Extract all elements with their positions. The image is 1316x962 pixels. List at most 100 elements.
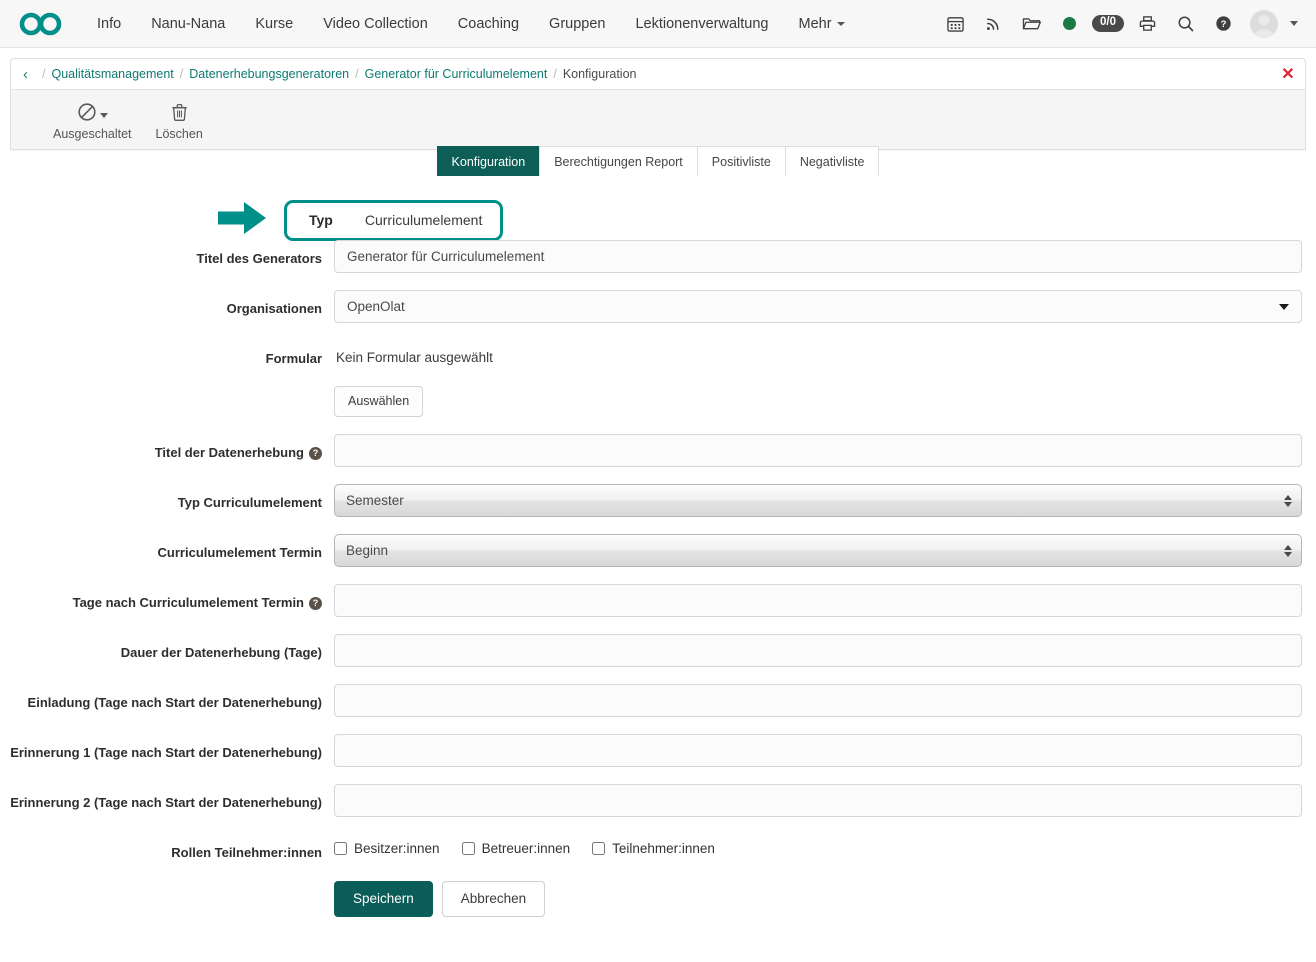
- form-row-erinnerung2: Erinnerung 2 (Tage nach Start der Datene…: [0, 784, 1316, 817]
- checkbox-betreuer-label: Betreuer:innen: [482, 841, 571, 856]
- tab-konfiguration[interactable]: Konfiguration: [437, 146, 540, 176]
- label-titel-datenerhebung: Titel der Datenerhebung?: [0, 434, 334, 463]
- rss-icon[interactable]: [976, 7, 1010, 41]
- form-actions: Speichern Abbrechen: [334, 873, 1302, 917]
- checkbox-teilnehmer-input[interactable]: [592, 842, 605, 855]
- tab-positivliste[interactable]: Positivliste: [697, 146, 785, 176]
- calendar-icon[interactable]: [938, 7, 972, 41]
- tabs-container: Konfiguration Berechtigungen Report Posi…: [0, 146, 1316, 178]
- label-tage-nach-termin: Tage nach Curriculumelement Termin?: [0, 584, 334, 613]
- top-navbar: Info Nanu-Nana Kurse Video Collection Co…: [0, 0, 1316, 48]
- form-row-einladung: Einladung (Tage nach Start der Datenerhe…: [0, 684, 1316, 717]
- auswaehlen-button[interactable]: Auswählen: [334, 386, 423, 417]
- toolbar-actions: Ausgeschaltet Löschen: [11, 90, 1305, 149]
- close-icon[interactable]: ✕: [1271, 59, 1305, 90]
- select-organisationen[interactable]: OpenOlat: [334, 290, 1302, 323]
- select-typ-curriculumelement[interactable]: Semester: [334, 484, 1302, 517]
- status-dot: [1063, 17, 1076, 30]
- checkbox-besitzer[interactable]: Besitzer:innen: [334, 841, 440, 856]
- nav-link-label: Coaching: [458, 16, 519, 32]
- openolat-infinity-logo[interactable]: [18, 9, 64, 39]
- checkbox-betreuer[interactable]: Betreuer:innen: [462, 841, 571, 856]
- label-dauer: Dauer der Datenerhebung (Tage): [0, 634, 334, 663]
- nav-link-label: Video Collection: [323, 16, 428, 32]
- breadcrumb-item-datenerhebungsgeneratoren[interactable]: Datenerhebungsgeneratoren: [189, 67, 349, 81]
- cancel-button[interactable]: Abbrechen: [442, 881, 545, 917]
- print-icon[interactable]: [1130, 7, 1164, 41]
- form-row-organisationen: Organisationen OpenOlat: [0, 290, 1316, 323]
- form-row-formular-action: Auswählen: [0, 386, 1316, 417]
- label-einladung: Einladung (Tage nach Start der Datenerhe…: [0, 684, 334, 713]
- input-erinnerung1[interactable]: [334, 734, 1302, 767]
- form-row-titel-datenerhebung: Titel der Datenerhebung?: [0, 434, 1316, 467]
- form-row-actions: Speichern Abbrechen: [0, 873, 1316, 917]
- tab-negativliste[interactable]: Negativliste: [785, 146, 880, 176]
- chevron-down-icon[interactable]: [1290, 21, 1298, 26]
- trash-icon: [171, 100, 188, 124]
- tab-label: Konfiguration: [452, 155, 526, 169]
- breadcrumb: ‹ / Qualitätsmanagement / Datenerhebungs…: [11, 59, 1305, 90]
- help-icon[interactable]: ?: [1206, 7, 1240, 41]
- nav-link-kurse[interactable]: Kurse: [240, 0, 308, 48]
- nav-link-label: Lektionenverwaltung: [635, 16, 768, 32]
- save-button[interactable]: Speichern: [334, 881, 433, 917]
- label-typ-curriculumelement: Typ Curriculumelement: [0, 484, 334, 513]
- form-row-tage-nach-termin: Tage nach Curriculumelement Termin?: [0, 584, 1316, 617]
- breadcrumb-separator: /: [355, 67, 358, 81]
- folder-icon[interactable]: [1014, 7, 1048, 41]
- status-badge[interactable]: 0/0: [1092, 15, 1124, 32]
- select-curriculumelement-termin[interactable]: Beginn: [334, 534, 1302, 567]
- label-titel-generator: Titel des Generators: [0, 240, 334, 269]
- nav-link-lektionenverwaltung[interactable]: Lektionenverwaltung: [620, 0, 783, 48]
- breadcrumb-separator: /: [180, 67, 183, 81]
- input-erinnerung2[interactable]: [334, 784, 1302, 817]
- breadcrumb-item-konfiguration: Konfiguration: [563, 67, 637, 81]
- status-dot-icon[interactable]: [1052, 7, 1086, 41]
- toolbar-button-loeschen[interactable]: Löschen: [144, 100, 215, 141]
- checkbox-besitzer-input[interactable]: [334, 842, 347, 855]
- input-einladung[interactable]: [334, 684, 1302, 717]
- search-icon[interactable]: [1168, 7, 1202, 41]
- nav-link-mehr[interactable]: Mehr: [784, 0, 860, 48]
- toolbar-button-label: Ausgeschaltet: [53, 127, 132, 141]
- label-text: Tage nach Curriculumelement Termin: [73, 595, 304, 610]
- input-titel-datenerhebung[interactable]: [334, 434, 1302, 467]
- breadcrumb-item-qualitaetsmanagement[interactable]: Qualitätsmanagement: [51, 67, 173, 81]
- nav-link-nanu-nana[interactable]: Nanu-Nana: [136, 0, 240, 48]
- rollen-checkbox-group: Besitzer:innen Betreuer:innen Teilnehmer…: [334, 834, 1302, 856]
- input-dauer[interactable]: [334, 634, 1302, 667]
- checkbox-betreuer-input[interactable]: [462, 842, 475, 855]
- user-avatar[interactable]: [1250, 10, 1278, 38]
- breadcrumb-back-icon[interactable]: ‹: [23, 67, 36, 82]
- label-curriculumelement-termin: Curriculumelement Termin: [0, 534, 334, 563]
- nav-link-coaching[interactable]: Coaching: [443, 0, 534, 48]
- toolbar-button-ausgeschaltet[interactable]: Ausgeschaltet: [41, 100, 144, 141]
- form-row-typ-curriculumelement: Typ Curriculumelement Semester: [0, 484, 1316, 517]
- nav-link-info[interactable]: Info: [82, 0, 136, 48]
- tab-berechtigungen-report[interactable]: Berechtigungen Report: [539, 146, 697, 176]
- label-organisationen: Organisationen: [0, 290, 334, 319]
- label-formular: Formular: [0, 340, 334, 369]
- tab-label: Positivliste: [712, 155, 771, 169]
- toolbar-panel: ‹ / Qualitätsmanagement / Datenerhebungs…: [10, 58, 1306, 150]
- breadcrumb-item-generator[interactable]: Generator für Curriculumelement: [365, 67, 548, 81]
- input-titel-generator[interactable]: [334, 240, 1302, 273]
- form-row-formular: Formular Kein Formular ausgewählt: [0, 340, 1316, 369]
- nav-link-label: Info: [97, 16, 121, 32]
- help-icon[interactable]: ?: [309, 597, 322, 610]
- checkbox-teilnehmer[interactable]: Teilnehmer:innen: [592, 841, 715, 856]
- nav-link-gruppen[interactable]: Gruppen: [534, 0, 620, 48]
- label-spacer: [0, 873, 334, 881]
- chevron-down-icon: [1279, 304, 1289, 310]
- tab-label: Negativliste: [800, 155, 865, 169]
- select-typ-curriculumelement-value: Semester: [346, 493, 404, 508]
- form-row-curriculumelement-termin: Curriculumelement Termin Beginn: [0, 534, 1316, 567]
- input-tage-nach-termin[interactable]: [334, 584, 1302, 617]
- chevron-down-icon: [100, 113, 108, 118]
- nav-link-label: Kurse: [255, 16, 293, 32]
- help-icon[interactable]: ?: [309, 447, 322, 460]
- label-erinnerung2: Erinnerung 2 (Tage nach Start der Datene…: [0, 784, 334, 813]
- annotation-arrow: [218, 199, 268, 242]
- svg-text:?: ?: [1220, 19, 1226, 30]
- nav-link-video-collection[interactable]: Video Collection: [308, 0, 443, 48]
